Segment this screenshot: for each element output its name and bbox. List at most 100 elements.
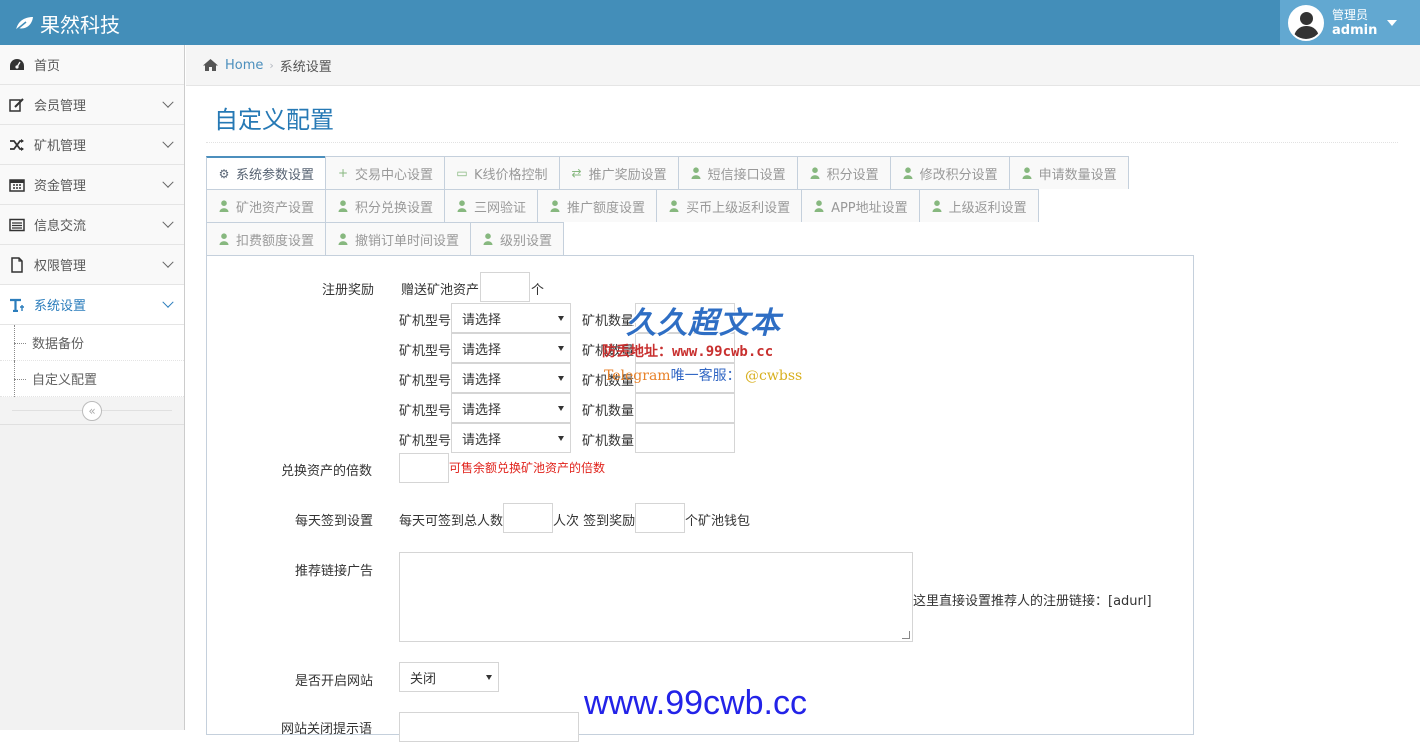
ad-textarea[interactable] [399,552,913,642]
gift-suffix-text: 个 [531,283,545,298]
resize-handle-icon[interactable] [902,631,910,639]
sidebar-item-home[interactable]: 首页 [0,45,184,85]
top-navbar: 果然科技 管理员 admin [0,0,1420,45]
miner-type-select[interactable]: 请选择 [451,393,571,423]
tab-label: 上级返利设置 [948,200,1027,216]
miner-type-select[interactable]: 请选择 [451,333,571,363]
tab-item[interactable]: 三网验证 [444,189,538,222]
tab-item[interactable]: 短信接口设置 [677,156,797,189]
user-icon [1021,167,1033,179]
home-icon [203,59,218,71]
file-icon [8,256,26,273]
checkin-reward-input[interactable] [635,503,685,533]
exchange-multiple-label: 兑换资产的倍数 [281,464,373,479]
page-title: 自定义配置 [214,106,334,134]
exchange-icon: ⇄ [571,166,582,180]
tab-item[interactable]: APP地址设置 [801,189,919,222]
sidebar-subitem-label: 数据备份 [32,337,85,352]
chevron-down-icon [162,256,174,268]
sidebar-subitem-backup[interactable]: 数据备份 [0,325,184,361]
register-reward-label: 注册奖励 [322,283,375,298]
tab-item[interactable]: 推广额度设置 [537,189,657,222]
tab-item[interactable]: ⇄ 推广奖励设置 [558,156,678,189]
tab-label: 买币上级返利设置 [686,200,791,216]
miner-type-value: 请选择 [462,372,502,388]
miner-count-label: 矿机数量 [582,404,635,419]
tab-item[interactable]: 撤销订单时间设置 [325,222,471,255]
sidebar-subitem-custom-config[interactable]: 自定义配置 [0,361,184,397]
tab-item[interactable]: 积分兑换设置 [325,189,445,222]
tab-item[interactable]: ▭ K线价格控制 [444,156,559,189]
brand-name: 果然科技 [40,13,120,37]
tab-item[interactable]: 级别设置 [470,222,565,255]
shuffle-icon [8,137,26,153]
tab-label: 积分兑换设置 [355,200,434,216]
exchange-multiple-input[interactable] [399,453,449,483]
brand[interactable]: 果然科技 [14,9,120,38]
user-icon [931,200,943,212]
miner-type-select[interactable]: 请选择 [451,363,571,393]
gift-prefix-text: 赠送矿池资产 [401,283,480,298]
exchange-hint: 可售余额兑换矿池资产的倍数 [449,461,606,475]
miner-type-select[interactable]: 请选择 [451,303,571,333]
tab-item[interactable]: 修改积分设置 [889,156,1009,189]
tab-item[interactable]: 扣费额度设置 [206,222,326,255]
sidebar-item-permissions[interactable]: 权限管理 [0,245,184,285]
miner-type-value: 请选择 [462,312,502,328]
sidebar-item-label: 资金管理 [34,179,87,194]
sidebar-item-system-settings[interactable]: 系统设置 [0,285,184,325]
sidebar-item-miners[interactable]: 矿机管理 [0,125,184,165]
user-icon [337,200,349,212]
tab-row: ⚙ 系统参数设置 + 交易中心设置 ▭ K线价格控制 ⇄ 推广奖励设置 短信接口设置 积分设置 修改… [206,156,1196,189]
miner-count-input[interactable] [635,423,735,453]
sidebar-item-members[interactable]: 会员管理 [0,85,184,125]
checkin-total-input[interactable] [503,503,553,533]
user-menu[interactable]: 管理员 admin [1280,0,1420,45]
miner-type-label: 矿机型号 [399,404,452,419]
site-open-select[interactable]: 关闭 [399,662,499,692]
checkin-suffix-text: 个矿池钱包 [685,514,751,529]
double-chevron-left-icon[interactable]: « [82,400,102,421]
dropdown-arrow-icon [486,675,492,680]
sidebar-item-funds[interactable]: 资金管理 [0,165,184,205]
gift-asset-input[interactable] [480,272,530,302]
tab-item[interactable]: 矿池资产设置 [206,189,326,222]
user-icon [218,233,230,245]
tab-row: 矿池资产设置 积分兑换设置 三网验证 推广额度设置 买币上级返利设置 APP地址设置 上级返… [206,189,1196,222]
miner-count-label: 矿机数量 [582,434,635,449]
tab-item[interactable]: 上级返利设置 [918,189,1039,222]
sidebar-item-label: 矿机管理 [34,139,87,154]
tab-item[interactable]: + 交易中心设置 [325,156,445,189]
user-icon [218,200,230,212]
dropdown-arrow-icon [558,406,564,411]
miner-type-value: 请选择 [462,432,502,448]
tab-item[interactable]: 积分设置 [796,156,890,189]
miner-count-input[interactable] [635,393,735,423]
sidebar-item-messages[interactable]: 信息交流 [0,205,184,245]
tab-item[interactable]: ⚙ 系统参数设置 [206,156,326,189]
dashboard-icon [8,57,26,73]
tab-label: 推广额度设置 [567,200,646,216]
dropdown-arrow-icon [558,346,564,351]
user-name: admin [1332,22,1378,38]
user-icon [668,200,680,212]
leaf-icon [14,16,33,32]
divider [206,142,1398,143]
chevron-down-icon [162,216,174,228]
site-open-label: 是否开启网站 [295,674,374,689]
chevron-down-icon [162,296,174,308]
sidebar-item-label: 系统设置 [34,299,87,314]
miner-type-select[interactable]: 请选择 [451,423,571,453]
user-icon [809,167,821,179]
breadcrumb-home-link[interactable]: Home [225,58,263,73]
site-close-msg-input[interactable] [399,712,579,742]
tab-item[interactable]: 买币上级返利设置 [656,189,802,222]
tab-label: 推广奖励设置 [588,167,667,183]
user-icon [456,200,468,212]
sidebar-item-label: 会员管理 [34,99,87,114]
breadcrumb: Home › 系统设置 [186,45,1420,86]
tab-item[interactable]: 申请数量设置 [1008,156,1129,189]
credit-card-icon: ▭ [456,166,468,180]
user-role: 管理员 [1332,7,1369,22]
tab-label: K线价格控制 [474,167,548,183]
